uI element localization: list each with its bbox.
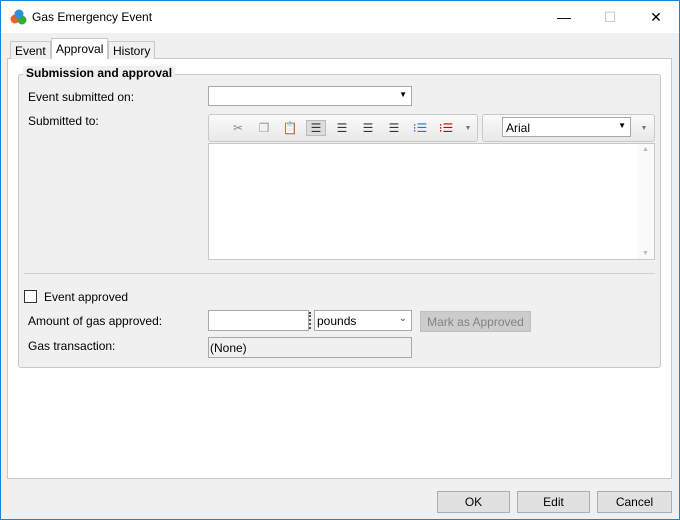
chevron-down-icon: ⌄ (398, 313, 407, 324)
maximize-button[interactable]: ☐ (587, 1, 633, 33)
cut-icon[interactable]: ✂ (228, 120, 248, 136)
font-name-value: Arial (506, 121, 531, 135)
group-title: Submission and approval (23, 66, 176, 80)
close-button[interactable]: ✕ (633, 1, 679, 33)
paste-icon[interactable]: 📋 (280, 120, 300, 136)
tab-approval[interactable]: Approval (51, 38, 109, 59)
transaction-label: Gas transaction: (28, 339, 116, 353)
bullet-list-icon[interactable]: ⁝☰ (410, 120, 430, 136)
splitter-handle[interactable] (309, 312, 312, 329)
submitted-on-dropdown[interactable]: ▼ (208, 86, 412, 106)
copy-icon[interactable]: ❐ (254, 120, 274, 136)
align-left-icon[interactable]: ☰ (306, 120, 326, 136)
editor-scrollbar[interactable]: ▲ ▼ (638, 144, 654, 259)
app-icon (10, 9, 27, 25)
unit-dropdown[interactable]: pounds ⌄ (314, 310, 412, 331)
mark-as-approved-button[interactable]: Mark as Approved (420, 311, 531, 332)
submitted-to-label: Submitted to: (28, 114, 99, 128)
window-title: Gas Emergency Event (32, 10, 153, 24)
submitted-on-label: Event submitted on: (28, 90, 135, 104)
ok-button[interactable]: OK (437, 491, 510, 513)
edit-button[interactable]: Edit (517, 491, 590, 513)
amount-input[interactable] (208, 310, 309, 331)
toolbar-overflow-icon[interactable]: ▼ (461, 120, 475, 136)
align-right-icon[interactable]: ☰ (358, 120, 378, 136)
font-name-dropdown[interactable]: Arial ▼ (502, 117, 631, 137)
tab-history[interactable]: History (108, 41, 156, 59)
minimize-button[interactable]: — (541, 1, 587, 33)
align-center-icon[interactable]: ☰ (332, 120, 352, 136)
separator (24, 273, 655, 274)
amount-label: Amount of gas approved: (28, 314, 163, 328)
title-bar: Gas Emergency Event — ☐ ✕ (1, 1, 679, 33)
transaction-field: (None) (208, 337, 412, 358)
event-approved-checkbox[interactable] (24, 290, 37, 303)
justify-icon[interactable]: ☰ (384, 120, 404, 136)
numbered-list-icon[interactable]: ⁝☰ (436, 120, 456, 136)
transaction-value: (None) (210, 341, 247, 355)
dropdown-arrow-icon: ▼ (618, 121, 626, 130)
font-toolbar-overflow-icon[interactable]: ▼ (637, 120, 651, 136)
submitted-to-editor[interactable]: ▲ ▼ (208, 143, 655, 260)
dropdown-arrow-icon: ▼ (399, 90, 407, 99)
unit-value: pounds (317, 314, 357, 328)
cancel-button[interactable]: Cancel (597, 491, 672, 513)
event-approved-label: Event approved (44, 290, 129, 304)
tab-event[interactable]: Event (10, 41, 51, 59)
